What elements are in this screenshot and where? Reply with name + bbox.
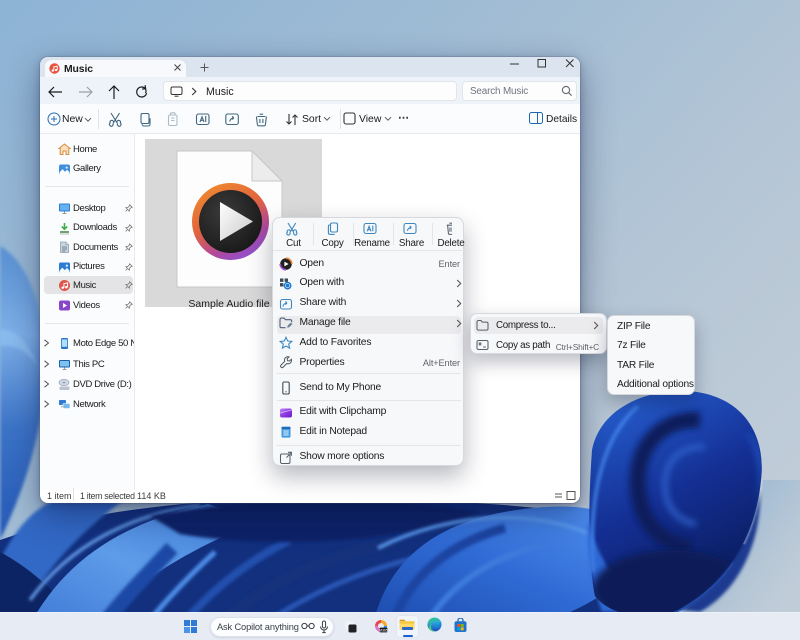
svg-text:M365: M365 — [379, 628, 388, 632]
